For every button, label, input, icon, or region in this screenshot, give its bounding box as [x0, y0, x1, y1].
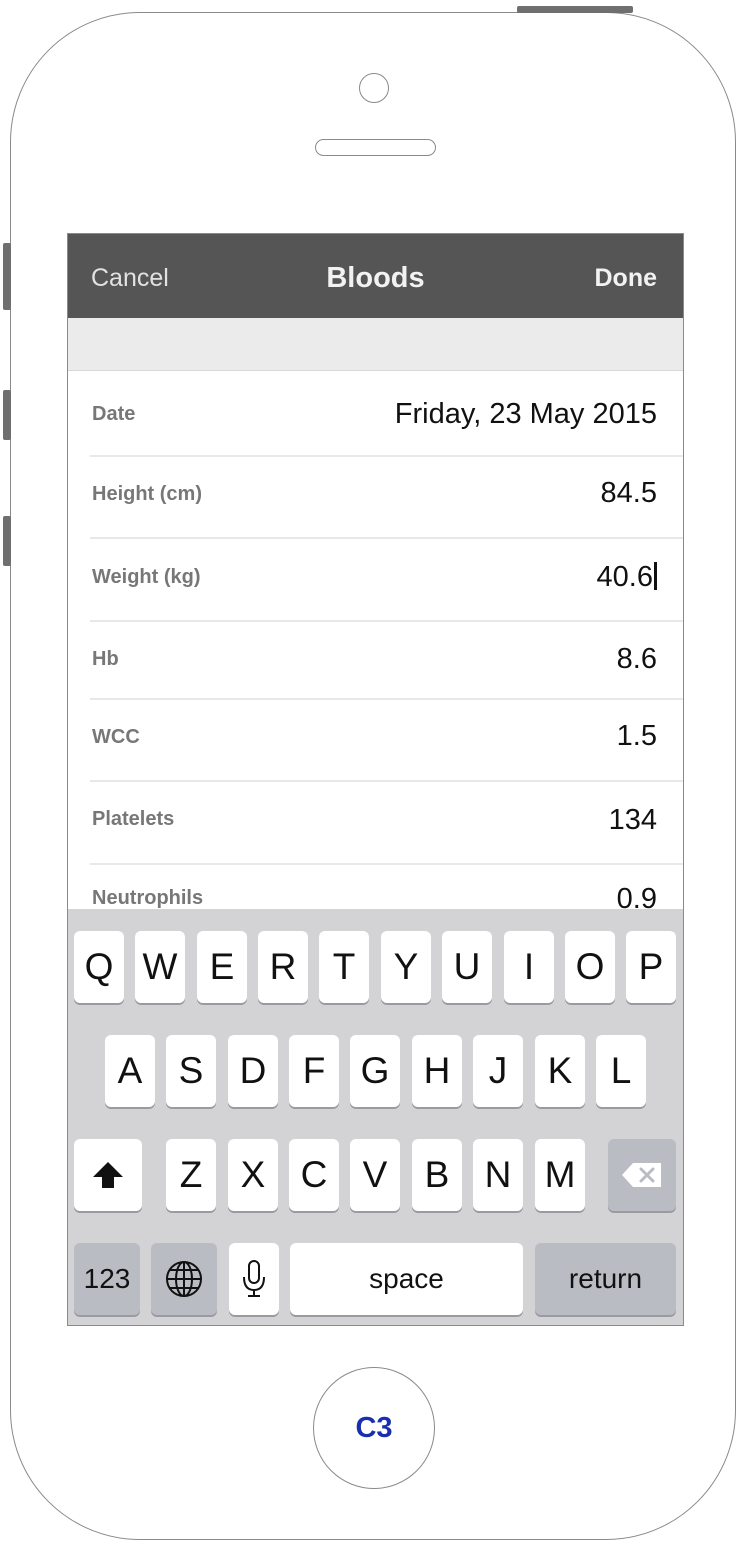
- date-value[interactable]: Friday, 23 May 2015: [395, 398, 657, 431]
- mute-switch: [3, 243, 11, 310]
- space-key[interactable]: space: [290, 1243, 523, 1315]
- key-l[interactable]: L: [596, 1035, 646, 1107]
- key-c[interactable]: C: [289, 1139, 339, 1211]
- key-t[interactable]: T: [319, 931, 369, 1003]
- weight-value: 40.6: [596, 561, 653, 593]
- wcc-value[interactable]: 1.5: [617, 720, 657, 753]
- delete-key[interactable]: [608, 1139, 676, 1211]
- key-r[interactable]: R: [258, 931, 308, 1003]
- screen: Cancel Bloods Done Date Friday, 23 May 2…: [67, 233, 684, 1326]
- field-label: Hb: [92, 648, 119, 670]
- globe-icon: [166, 1261, 202, 1297]
- backspace-icon: [622, 1163, 661, 1187]
- form-row-weight[interactable]: Weight (kg) 40.6: [90, 539, 683, 622]
- field-label: Neutrophils: [92, 887, 204, 909]
- shift-arrow-icon: [93, 1162, 123, 1188]
- key-y[interactable]: Y: [381, 931, 431, 1003]
- microphone-key[interactable]: [229, 1243, 279, 1315]
- platelets-value[interactable]: 134: [609, 804, 657, 837]
- key-j[interactable]: J: [473, 1035, 523, 1107]
- key-o[interactable]: O: [565, 931, 615, 1003]
- navigation-bar: Cancel Bloods Done: [68, 234, 683, 318]
- form-row-platelets[interactable]: Platelets 134: [90, 782, 683, 865]
- key-x[interactable]: X: [228, 1139, 278, 1211]
- weight-input[interactable]: 40.6: [597, 561, 657, 594]
- key-i[interactable]: I: [504, 931, 554, 1003]
- volume-down-button: [3, 516, 11, 566]
- done-button[interactable]: Done: [595, 264, 658, 293]
- key-v[interactable]: V: [350, 1139, 400, 1211]
- text-cursor: [654, 562, 657, 590]
- form-row-date[interactable]: Date Friday, 23 May 2015: [90, 371, 683, 457]
- section-header: [68, 318, 683, 371]
- hb-value[interactable]: 8.6: [617, 643, 657, 676]
- key-n[interactable]: N: [473, 1139, 523, 1211]
- form-row-wcc[interactable]: WCC 1.5: [90, 700, 683, 782]
- key-s[interactable]: S: [166, 1035, 216, 1107]
- power-button: [517, 6, 633, 13]
- key-z[interactable]: Z: [166, 1139, 216, 1211]
- form-row-hb[interactable]: Hb 8.6: [90, 622, 683, 700]
- keyboard: Q W E R T Y U I O P A S D F G H J K L Z …: [68, 909, 683, 1325]
- home-button[interactable]: C3: [313, 1367, 435, 1489]
- key-k[interactable]: K: [535, 1035, 585, 1107]
- key-g[interactable]: G: [350, 1035, 400, 1107]
- key-b[interactable]: B: [412, 1139, 462, 1211]
- height-value[interactable]: 84.5: [601, 477, 657, 510]
- key-a[interactable]: A: [105, 1035, 155, 1107]
- key-q[interactable]: Q: [74, 931, 124, 1003]
- field-label: Platelets: [92, 808, 175, 830]
- field-label: Height (cm): [92, 483, 202, 505]
- field-label: WCC: [92, 726, 140, 748]
- return-key[interactable]: return: [535, 1243, 676, 1315]
- form-row-height[interactable]: Height (cm) 84.5: [90, 457, 683, 539]
- field-label: Weight (kg): [92, 566, 201, 588]
- home-button-label: C3: [355, 1411, 393, 1444]
- key-w[interactable]: W: [135, 931, 185, 1003]
- key-d[interactable]: D: [228, 1035, 278, 1107]
- globe-key[interactable]: [151, 1243, 217, 1315]
- field-label: Date: [92, 403, 136, 425]
- key-h[interactable]: H: [412, 1035, 462, 1107]
- front-camera: [359, 73, 389, 103]
- volume-up-button: [3, 390, 11, 440]
- key-f[interactable]: F: [289, 1035, 339, 1107]
- numbers-key[interactable]: 123: [74, 1243, 140, 1315]
- earpiece-speaker: [315, 139, 436, 156]
- key-e[interactable]: E: [197, 931, 247, 1003]
- key-p[interactable]: P: [626, 931, 676, 1003]
- microphone-icon: [243, 1260, 265, 1297]
- key-u[interactable]: U: [442, 931, 492, 1003]
- page-title: Bloods: [326, 262, 425, 294]
- shift-key[interactable]: [74, 1139, 142, 1211]
- key-m[interactable]: M: [535, 1139, 585, 1211]
